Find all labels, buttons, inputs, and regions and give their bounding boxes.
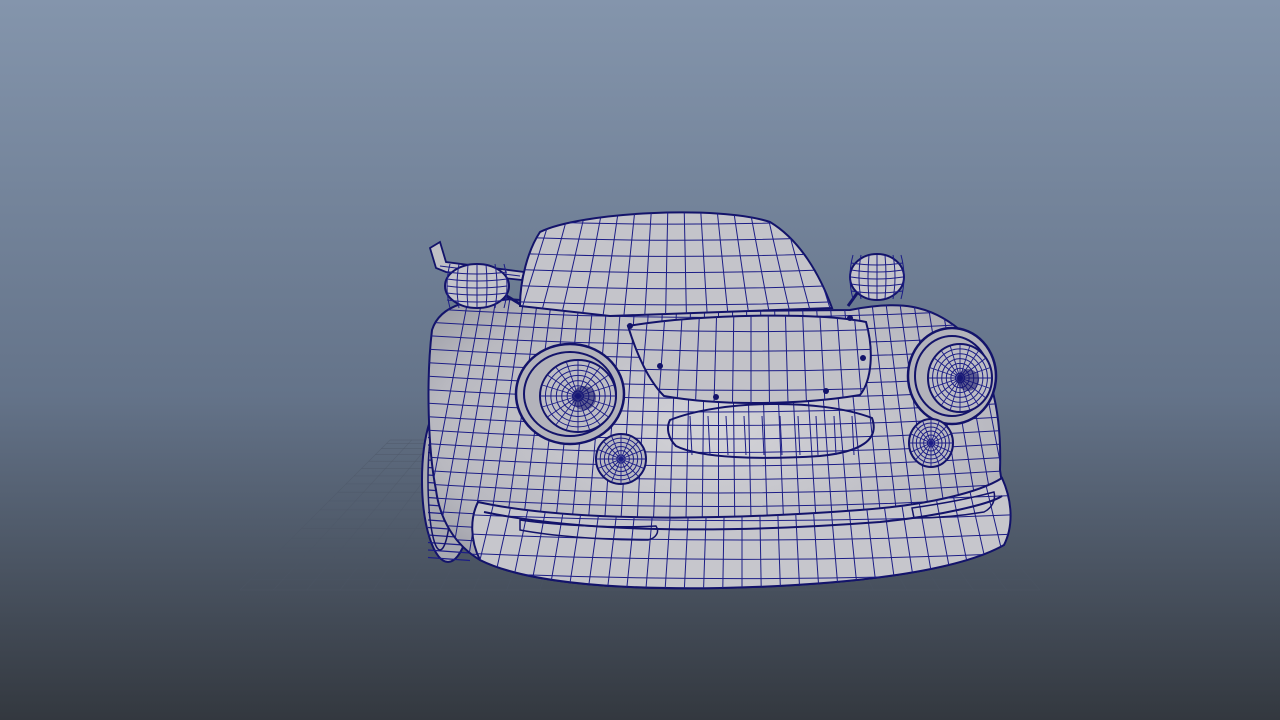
- right-foglight: [908, 418, 954, 468]
- scene-canvas[interactable]: [0, 0, 1280, 720]
- left-foglight: [595, 433, 647, 485]
- left-headlight: [514, 342, 626, 446]
- 3d-viewport[interactable]: [0, 0, 1280, 720]
- right-headlight: [906, 326, 998, 426]
